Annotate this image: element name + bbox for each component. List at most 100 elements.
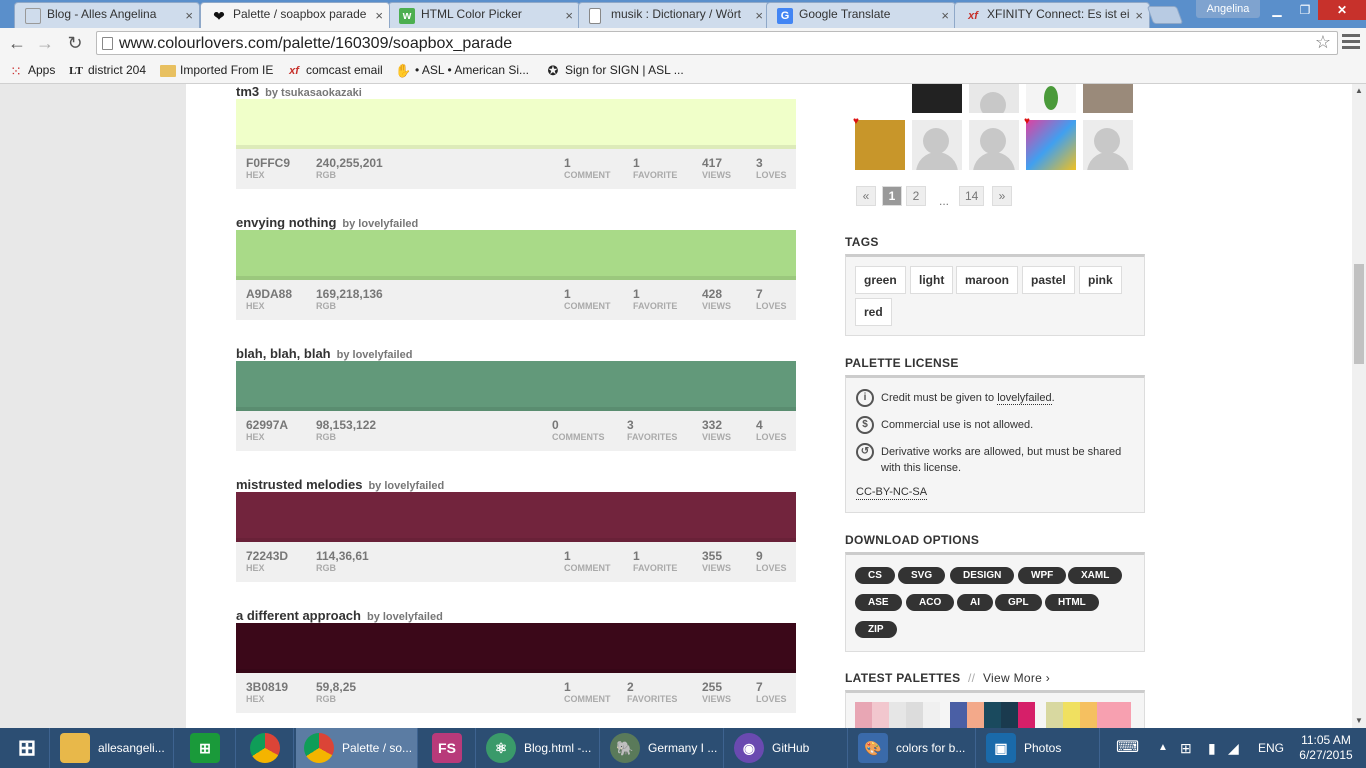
color-name-link[interactable]: blah, blah, blah xyxy=(236,346,331,361)
taskbar-paint[interactable]: 🎨 colors for b... xyxy=(850,728,976,768)
bookmark-sign-for-sign[interactable]: ✪ Sign for SIGN | ASL ... xyxy=(545,62,684,80)
author-link[interactable]: lovelyfailed xyxy=(383,611,443,623)
taskbar-photos[interactable]: ▣ Photos xyxy=(978,728,1100,768)
color-swatch[interactable] xyxy=(236,361,796,411)
scroll-up-icon[interactable]: ▲ xyxy=(1352,84,1366,98)
taskbar-store[interactable]: ⊞ xyxy=(176,728,236,768)
forward-arrow-icon[interactable]: → xyxy=(34,32,56,54)
taskbar-chrome-pinned[interactable] xyxy=(238,728,294,768)
color-swatch[interactable] xyxy=(236,99,796,149)
tag-maroon[interactable]: maroon xyxy=(956,266,1019,294)
download-gpl-button[interactable]: GPL xyxy=(995,594,1042,611)
scroll-down-icon[interactable]: ▼ xyxy=(1352,714,1366,728)
taskbar-fs[interactable]: FS xyxy=(420,728,476,768)
download-ai-button[interactable]: AI xyxy=(957,594,993,611)
close-icon[interactable]: × xyxy=(941,8,949,23)
download-aco-button[interactable]: ACO xyxy=(906,594,955,611)
latest-palette-thumb[interactable] xyxy=(950,702,1035,728)
keyboard-icon[interactable]: ⌨ xyxy=(1116,728,1139,768)
tab-xfinity[interactable]: xf XFINITY Connect: Es ist ei × xyxy=(954,2,1150,28)
color-name-link[interactable]: a different approach xyxy=(236,608,361,623)
battery-icon[interactable]: ▮ xyxy=(1208,728,1216,768)
latest-palette-thumb[interactable] xyxy=(1046,702,1131,728)
license-code-link[interactable]: CC-BY-NC-SA xyxy=(856,485,928,500)
network-icon[interactable]: ◢ xyxy=(1228,728,1239,768)
action-center-icon[interactable]: ⊞ xyxy=(1180,728,1192,768)
pagination-page-2[interactable]: 2 xyxy=(906,186,926,206)
color-name-link[interactable]: envying nothing xyxy=(236,215,336,230)
author-link[interactable]: lovelyfailed xyxy=(384,480,444,492)
lover-avatar[interactable] xyxy=(1026,120,1076,170)
bookmark-district-204[interactable]: LT district 204 xyxy=(68,62,146,80)
scroll-thumb[interactable] xyxy=(1354,264,1364,364)
close-icon[interactable]: × xyxy=(755,8,763,23)
tag-light[interactable]: light xyxy=(910,266,954,294)
back-arrow-icon[interactable]: ← xyxy=(6,32,28,54)
tab-blog[interactable]: Blog - Alles Angelina × xyxy=(14,2,200,28)
download-wpf-button[interactable]: WPF xyxy=(1018,567,1067,584)
profile-button[interactable]: Angelina xyxy=(1196,0,1260,18)
lover-avatar[interactable] xyxy=(855,120,905,170)
color-name-link[interactable]: tm3 xyxy=(236,84,259,99)
lover-avatar[interactable] xyxy=(1026,84,1076,113)
taskbar-atom[interactable]: ⚛ Blog.html -... xyxy=(478,728,600,768)
download-design-button[interactable]: DESIGN xyxy=(950,567,1015,584)
tab-dictionary[interactable]: musik : Dictionary / Wört × xyxy=(578,2,770,28)
minimize-button[interactable]: ▁ xyxy=(1262,0,1292,20)
download-cs-button[interactable]: CS xyxy=(855,567,895,584)
tag-pink[interactable]: pink xyxy=(1079,266,1122,294)
pagination-prev[interactable]: « xyxy=(856,186,876,206)
tab-translate[interactable]: G Google Translate × xyxy=(766,2,956,28)
author-link[interactable]: lovelyfailed xyxy=(353,349,413,361)
lover-avatar[interactable] xyxy=(912,120,962,170)
tab-palette[interactable]: ❤ Palette / soapbox parade × xyxy=(200,2,390,28)
download-html-button[interactable]: HTML xyxy=(1045,594,1099,611)
close-icon[interactable]: × xyxy=(185,8,193,23)
new-tab-button[interactable] xyxy=(1146,6,1184,24)
bookmark-asl[interactable]: ✋ • ASL • American Si... xyxy=(395,62,529,80)
pagination-last[interactable]: 14 xyxy=(959,186,985,206)
reload-icon[interactable]: ↻ xyxy=(64,32,86,54)
pagination-page-1[interactable]: 1 xyxy=(882,186,902,206)
author-link[interactable]: tsukasaokazaki xyxy=(281,87,362,99)
color-swatch[interactable] xyxy=(236,230,796,280)
taskbar-evernote[interactable]: 🐘 Germany I ... xyxy=(602,728,724,768)
taskbar-file-explorer[interactable]: allesangeli... xyxy=(52,728,174,768)
color-swatch[interactable] xyxy=(236,492,796,542)
address-bar[interactable]: www.colourlovers.com/palette/160309/soap… xyxy=(96,31,1338,55)
lover-avatar[interactable] xyxy=(1083,84,1133,113)
color-swatch[interactable] xyxy=(236,623,796,673)
lover-avatar[interactable] xyxy=(912,84,962,113)
page-scrollbar[interactable]: ▲ ▼ xyxy=(1352,84,1366,728)
download-svg-button[interactable]: SVG xyxy=(898,567,946,584)
window-close-button[interactable]: ✕ xyxy=(1318,0,1366,20)
lover-avatar[interactable] xyxy=(969,84,1019,113)
bookmark-apps[interactable]: ⁙ Apps xyxy=(8,62,55,80)
taskbar-chrome-palette[interactable]: Palette / so... xyxy=(296,728,418,768)
taskbar-github[interactable]: ◉ GitHub xyxy=(726,728,848,768)
tab-color-picker[interactable]: w HTML Color Picker × xyxy=(388,2,580,28)
license-author-link[interactable]: lovelyfailed xyxy=(997,392,1052,405)
close-icon[interactable]: × xyxy=(375,8,383,23)
language-indicator[interactable]: ENG xyxy=(1258,728,1284,768)
pagination-next[interactable]: » xyxy=(992,186,1012,206)
color-name-link[interactable]: mistrusted melodies xyxy=(236,477,362,492)
maximize-button[interactable]: ❐ xyxy=(1290,0,1320,20)
system-clock[interactable]: 11:05 AM 6/27/2015 xyxy=(1296,733,1356,763)
lover-avatar[interactable] xyxy=(969,120,1019,170)
bookmark-imported-from-ie[interactable]: Imported From IE xyxy=(160,62,273,80)
hamburger-menu-icon[interactable] xyxy=(1342,34,1360,52)
lover-avatar[interactable] xyxy=(855,84,905,113)
download-xaml-button[interactable]: XAML xyxy=(1068,567,1123,584)
tag-green[interactable]: green xyxy=(855,266,906,294)
start-button[interactable]: ⊞ xyxy=(0,728,50,768)
download-zip-button[interactable]: ZIP xyxy=(855,621,897,638)
author-link[interactable]: lovelyfailed xyxy=(358,218,418,230)
bookmark-comcast-email[interactable]: xf comcast email xyxy=(286,62,383,80)
tag-red[interactable]: red xyxy=(855,298,892,326)
latest-palette-thumb[interactable] xyxy=(855,702,940,728)
tag-pastel[interactable]: pastel xyxy=(1022,266,1075,294)
bookmark-star-icon[interactable]: ☆ xyxy=(1315,32,1331,53)
show-hidden-icons-icon[interactable]: ▲ xyxy=(1158,728,1168,768)
lover-avatar[interactable] xyxy=(1083,120,1133,170)
